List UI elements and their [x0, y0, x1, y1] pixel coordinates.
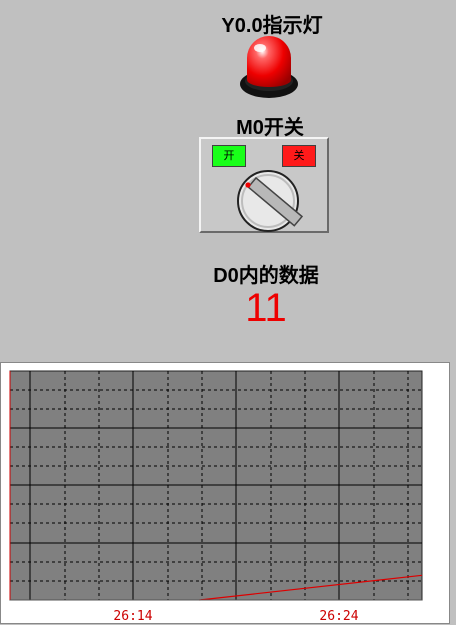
rotary-knob-icon[interactable]: [234, 169, 304, 233]
data-value: 11: [245, 286, 287, 330]
trend-chart-svg: 26:14 26:24: [9, 370, 423, 624]
data-label: D0内的数据: [213, 265, 319, 287]
switch-off-indicator[interactable]: 关: [282, 145, 316, 167]
switch-on-indicator[interactable]: 开: [212, 145, 246, 167]
rotary-switch-panel[interactable]: 开 关: [199, 137, 329, 233]
switch-label: M0开关: [236, 117, 304, 139]
indicator-lamp-icon: [240, 36, 298, 98]
trend-chart: 26:14 26:24: [0, 362, 450, 624]
